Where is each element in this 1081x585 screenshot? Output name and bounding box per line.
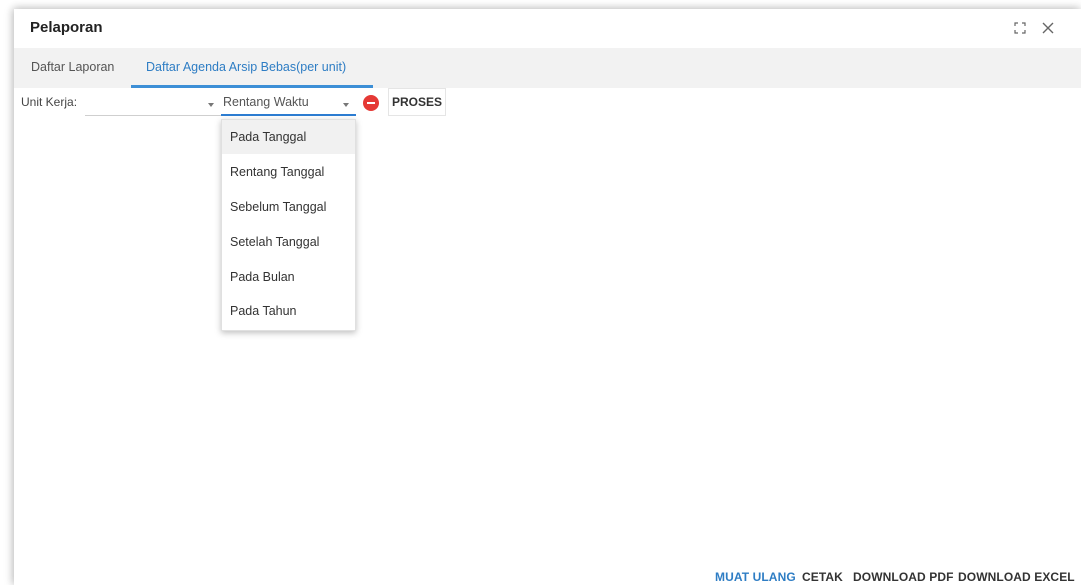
rentang-waktu-value: Rentang Waktu xyxy=(223,95,309,109)
download-pdf-button[interactable]: DOWNLOAD PDF xyxy=(853,570,954,584)
dropdown-option-setelah-tanggal[interactable]: Setelah Tanggal xyxy=(222,225,355,259)
dropdown-option-pada-tahun[interactable]: Pada Tahun xyxy=(222,294,355,328)
dropdown-option-pada-tanggal[interactable]: Pada Tanggal xyxy=(222,120,355,154)
report-window: Pelaporan Daftar Laporan Daftar Agenda A… xyxy=(14,9,1081,585)
screen: Pelaporan Daftar Laporan Daftar Agenda A… xyxy=(0,0,1081,585)
window-titlebar: Pelaporan xyxy=(14,9,1081,48)
close-button[interactable] xyxy=(1039,19,1057,37)
report-content: Unit Kerja: Rentang Waktu PROSES Pada Ta… xyxy=(14,88,1081,585)
download-excel-button[interactable]: DOWNLOAD EXCEL xyxy=(958,570,1075,584)
chevron-down-icon xyxy=(343,103,349,107)
dropdown-option-sebelum-tanggal[interactable]: Sebelum Tanggal xyxy=(222,190,355,224)
chevron-down-icon xyxy=(208,103,214,107)
rentang-waktu-dropdown: Pada Tanggal Rentang Tanggal Sebelum Tan… xyxy=(221,119,356,331)
proses-button[interactable]: PROSES xyxy=(388,88,446,116)
maximize-button[interactable] xyxy=(1011,19,1029,37)
remove-circle-icon[interactable] xyxy=(363,95,379,111)
close-icon xyxy=(1042,22,1054,34)
tab-bar: Daftar Laporan Daftar Agenda Arsip Bebas… xyxy=(14,48,1081,88)
unit-kerja-select[interactable] xyxy=(85,90,223,116)
expand-corners-icon xyxy=(1014,22,1026,34)
dropdown-option-pada-bulan[interactable]: Pada Bulan xyxy=(222,260,355,294)
unit-kerja-label: Unit Kerja: xyxy=(21,95,78,109)
tab-daftar-laporan[interactable]: Daftar Laporan xyxy=(31,60,114,74)
dropdown-option-rentang-tanggal[interactable]: Rentang Tanggal xyxy=(222,155,355,189)
muat-ulang-button[interactable]: MUAT ULANG xyxy=(715,570,796,584)
tab-daftar-agenda-arsip-bebas[interactable]: Daftar Agenda Arsip Bebas(per unit) xyxy=(146,60,346,74)
cetak-button[interactable]: CETAK xyxy=(802,570,843,584)
rentang-waktu-select[interactable]: Rentang Waktu xyxy=(221,90,356,116)
window-title: Pelaporan xyxy=(30,19,103,36)
